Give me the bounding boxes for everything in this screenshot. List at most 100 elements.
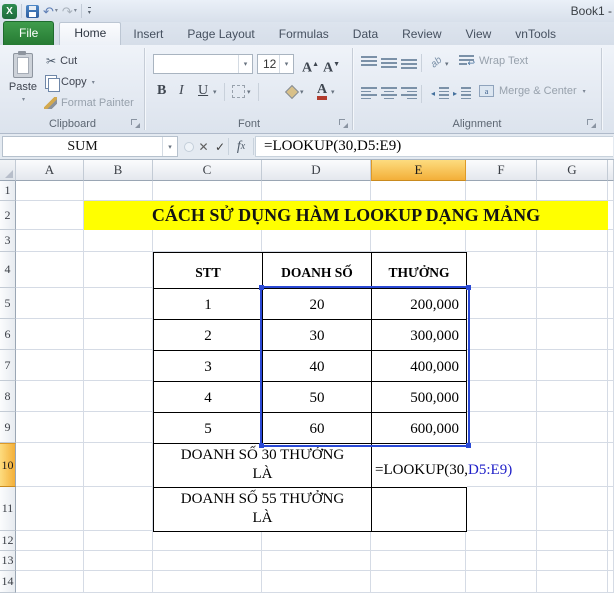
grid-cell[interactable]: [537, 252, 608, 288]
tab-view[interactable]: View: [454, 24, 504, 45]
grid-cell[interactable]: [608, 252, 614, 288]
table-data-cell[interactable]: 30: [263, 320, 372, 351]
grid-cell[interactable]: [16, 443, 84, 487]
chevron-down-icon[interactable]: ▾: [22, 96, 25, 103]
grid-cell[interactable]: [16, 487, 84, 531]
tab-data[interactable]: Data: [341, 24, 390, 45]
column-header-F[interactable]: F: [466, 160, 537, 181]
increase-indent-icon[interactable]: ▸: [453, 87, 471, 99]
tab-page-layout[interactable]: Page Layout: [175, 24, 266, 45]
chevron-down-icon[interactable]: ▾: [583, 88, 586, 95]
grow-font-button[interactable]: A▲: [302, 57, 319, 76]
redo-button[interactable]: ↷ ▾: [62, 5, 77, 18]
grid-cell[interactable]: [371, 181, 466, 201]
chevron-down-icon[interactable]: ▾: [92, 79, 95, 86]
table-header-cell[interactable]: STT: [154, 253, 263, 289]
formula-input[interactable]: =LOOKUP(30,D5:E9): [255, 136, 613, 157]
merged-label-cell[interactable]: DOANH SỐ 55 THƯỞNG LÀ: [154, 488, 372, 532]
align-left-icon[interactable]: [361, 87, 377, 99]
grid-cell[interactable]: [537, 319, 608, 350]
grid-cell[interactable]: [16, 551, 84, 571]
bold-button[interactable]: B: [157, 82, 166, 100]
grid-cell[interactable]: [608, 571, 614, 593]
grid-cell[interactable]: [84, 531, 153, 551]
table-data-cell[interactable]: 500,000: [372, 382, 467, 413]
grid-cell[interactable]: [466, 181, 537, 201]
grid-cell[interactable]: [466, 531, 537, 551]
grid-cell[interactable]: [371, 551, 466, 571]
column-header-B[interactable]: B: [84, 160, 153, 181]
grid-cell[interactable]: [262, 230, 371, 252]
grid-cell[interactable]: [537, 443, 608, 487]
column-header-C[interactable]: C: [153, 160, 262, 181]
select-all-corner[interactable]: [0, 160, 16, 181]
align-right-icon[interactable]: [401, 87, 417, 99]
grid-cell[interactable]: [16, 319, 84, 350]
grid-cell[interactable]: [84, 288, 153, 319]
in-cell-formula[interactable]: =LOOKUP(30,D5:E9): [375, 462, 518, 479]
paste-button[interactable]: Paste ▾: [4, 51, 42, 121]
decrease-indent-icon[interactable]: ◂: [431, 87, 449, 99]
align-bottom-icon[interactable]: [401, 56, 417, 69]
grid-cell[interactable]: [84, 443, 153, 487]
grid-cell[interactable]: [16, 201, 84, 230]
grid-cell[interactable]: [16, 412, 84, 443]
table-data-cell[interactable]: 1: [154, 289, 263, 320]
row-header-7[interactable]: 7: [0, 350, 16, 381]
grid-cell[interactable]: [537, 531, 608, 551]
wrap-text-button[interactable]: Wrap Text: [459, 55, 528, 69]
grid-cell[interactable]: [537, 571, 608, 593]
grid-cell[interactable]: [608, 181, 614, 201]
grid-cell[interactable]: [537, 551, 608, 571]
row-header-12[interactable]: 12: [0, 531, 16, 551]
shrink-font-button[interactable]: A▼: [323, 57, 340, 76]
table-data-cell[interactable]: 60: [263, 413, 372, 444]
font-size-combobox[interactable]: 12 ▾: [257, 54, 294, 74]
grid-cell[interactable]: [537, 288, 608, 319]
grid-cell[interactable]: [84, 551, 153, 571]
column-header-G[interactable]: G: [537, 160, 608, 181]
grid-cell[interactable]: [16, 571, 84, 593]
tab-insert[interactable]: Insert: [121, 24, 175, 45]
chevron-down-icon[interactable]: ▾: [162, 137, 177, 156]
grid-cell[interactable]: [84, 181, 153, 201]
table-data-cell[interactable]: 5: [154, 413, 263, 444]
grid-cell[interactable]: [153, 230, 262, 252]
chevron-down-icon[interactable]: ▾: [247, 88, 251, 96]
borders-button[interactable]: [232, 85, 245, 98]
table-data-cell[interactable]: 400,000: [372, 351, 467, 382]
grid-cell[interactable]: [371, 571, 466, 593]
grid-cell[interactable]: [262, 551, 371, 571]
grid-cell[interactable]: [84, 412, 153, 443]
tab-formulas[interactable]: Formulas: [267, 24, 341, 45]
underline-button[interactable]: U: [198, 82, 208, 100]
grid-cell[interactable]: [466, 319, 537, 350]
cut-button[interactable]: ✂ Cut: [46, 55, 77, 67]
grid-cell[interactable]: [466, 551, 537, 571]
chevron-down-icon[interactable]: ▾: [213, 88, 217, 96]
row-header-9[interactable]: 9: [0, 412, 16, 443]
grid-cell[interactable]: [466, 381, 537, 412]
chevron-down-icon[interactable]: ▾: [445, 60, 449, 68]
alignment-dialog-launcher-icon[interactable]: [587, 119, 596, 128]
column-header-partial[interactable]: [608, 160, 614, 181]
table-data-cell[interactable]: 600,000: [372, 413, 467, 444]
chevron-down-icon[interactable]: ▾: [300, 88, 304, 96]
grid-cell[interactable]: [608, 319, 614, 350]
grid-cell[interactable]: [608, 288, 614, 319]
grid-cell[interactable]: [537, 230, 608, 252]
grid-cell[interactable]: [16, 531, 84, 551]
excel-logo-icon[interactable]: X: [2, 3, 17, 19]
table-data-cell[interactable]: 40: [263, 351, 372, 382]
cancel-icon[interactable]: ✕: [196, 136, 211, 157]
grid-cell[interactable]: [537, 350, 608, 381]
tab-home[interactable]: Home: [59, 22, 122, 45]
row-header-1[interactable]: 1: [0, 181, 16, 201]
font-color-button[interactable]: A: [317, 83, 328, 100]
grid-cell[interactable]: [16, 350, 84, 381]
grid-cell[interactable]: [608, 201, 614, 230]
row-header-10[interactable]: 10: [0, 443, 16, 487]
table-data-cell[interactable]: 20: [263, 289, 372, 320]
font-dialog-launcher-icon[interactable]: [339, 119, 348, 128]
grid-cell[interactable]: [84, 381, 153, 412]
